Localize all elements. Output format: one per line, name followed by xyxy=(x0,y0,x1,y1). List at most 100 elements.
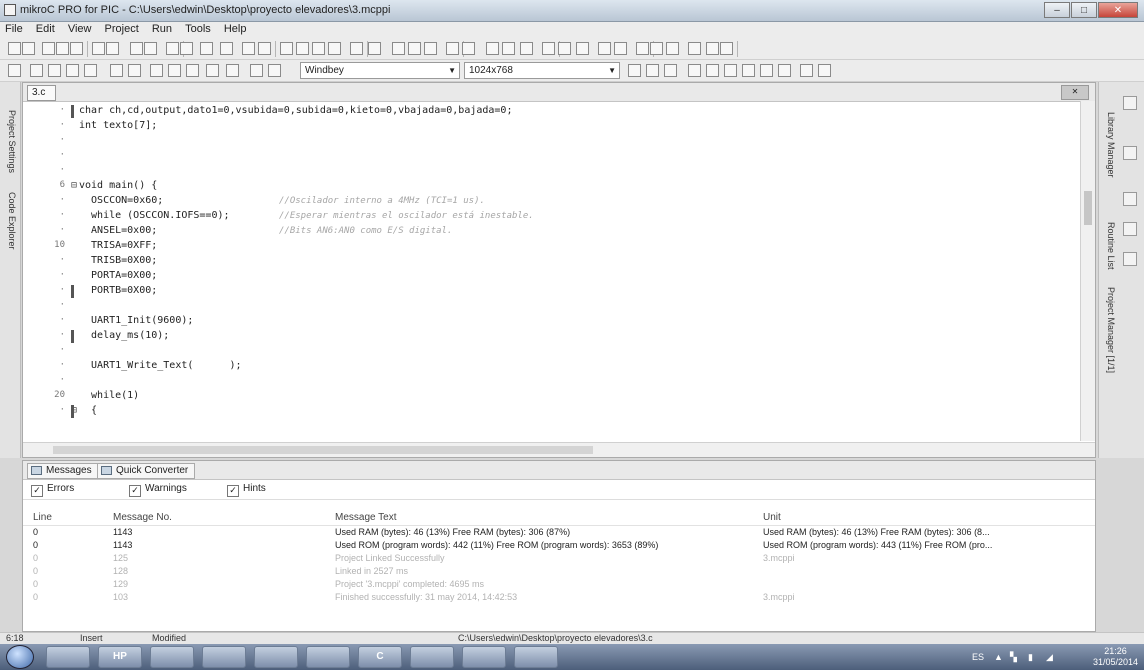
panel-icon[interactable] xyxy=(1123,96,1137,110)
menu-view[interactable]: View xyxy=(63,22,97,36)
taskbar-app-button[interactable]: HP xyxy=(98,646,142,668)
volume-icon[interactable]: ◢ xyxy=(1046,652,1053,663)
toolbar-button-icon[interactable] xyxy=(220,42,233,55)
toolbar-button-icon[interactable] xyxy=(166,42,179,55)
taskbar-app-button[interactable] xyxy=(306,646,350,668)
toolbar-button-icon[interactable] xyxy=(280,42,293,55)
toolbar-button-icon[interactable] xyxy=(30,64,43,77)
toolbar-button-icon[interactable] xyxy=(502,42,515,55)
tab-messages[interactable]: Messages xyxy=(27,463,99,479)
toolbar-button-icon[interactable] xyxy=(742,64,755,77)
toolbar-button-icon[interactable] xyxy=(598,42,611,55)
table-row[interactable]: 0 103 Finished successfully: 31 may 2014, … xyxy=(23,592,1095,605)
hints-checkbox[interactable]: ✓ Hints xyxy=(227,483,266,497)
code-line[interactable]: OSCCON=0x60; xyxy=(79,195,163,209)
toolbar-button-icon[interactable] xyxy=(650,42,663,55)
toolbar-button-icon[interactable] xyxy=(242,42,255,55)
toolbar-button-icon[interactable] xyxy=(130,42,143,55)
toolbar-button-icon[interactable] xyxy=(392,42,405,55)
code-line[interactable]: UART1_Init(9600); xyxy=(79,315,193,329)
theme-select[interactable]: Windbey ▼ xyxy=(300,62,460,79)
toolbar-button-icon[interactable] xyxy=(818,64,831,77)
toolbar-button-icon[interactable] xyxy=(486,42,499,55)
toolbar-button-icon[interactable] xyxy=(558,42,571,55)
panel-icon[interactable] xyxy=(1123,252,1137,266)
maximize-button[interactable]: □ xyxy=(1071,2,1097,18)
battery-icon[interactable]: ▮ xyxy=(1028,652,1033,663)
toolbar-button-icon[interactable] xyxy=(84,64,97,77)
toolbar-button-icon[interactable] xyxy=(706,42,719,55)
code-line[interactable]: ANSEL=0x00; xyxy=(79,225,157,239)
scroll-thumb[interactable] xyxy=(53,446,593,454)
toolbar-button-icon[interactable] xyxy=(250,64,263,77)
toolbar-button-icon[interactable] xyxy=(66,64,79,77)
toolbar-button-icon[interactable] xyxy=(720,42,733,55)
taskbar-app-button[interactable] xyxy=(462,646,506,668)
code-line[interactable]: while (OSCCON.IOFS==0); xyxy=(79,210,229,224)
toolbar-button-icon[interactable] xyxy=(312,42,325,55)
resolution-select[interactable]: 1024x768 ▼ xyxy=(464,62,620,79)
menu-help[interactable]: Help xyxy=(219,22,252,36)
column-unit[interactable]: Unit xyxy=(763,512,781,523)
toolbar-button-icon[interactable] xyxy=(296,42,309,55)
toolbar-button-icon[interactable] xyxy=(186,64,199,77)
toolbar-button-icon[interactable] xyxy=(70,42,83,55)
toolbar-button-icon[interactable] xyxy=(778,64,791,77)
clock[interactable]: 21:26 31/05/2014 xyxy=(1093,646,1138,668)
code-line[interactable]: void main() { xyxy=(79,180,157,194)
tab-quick-converter[interactable]: Quick Converter xyxy=(97,463,196,479)
scroll-thumb[interactable] xyxy=(1084,191,1092,225)
column-line[interactable]: Line xyxy=(33,512,52,523)
toolbar-button-icon[interactable] xyxy=(328,42,341,55)
code-editor[interactable]: 3.c ✕ ·····6···10·········20·⊟⊟ char ch,… xyxy=(22,82,1096,458)
vertical-scrollbar[interactable] xyxy=(1080,101,1095,441)
tab-routine-list[interactable]: Routine List xyxy=(1102,222,1116,270)
toolbar-button-icon[interactable] xyxy=(664,64,677,77)
toolbar-button-icon[interactable] xyxy=(706,64,719,77)
taskbar-app-button[interactable] xyxy=(46,646,90,668)
tab-library-manager[interactable]: Library Manager xyxy=(1102,112,1116,178)
table-row[interactable]: 0 129 Project '3.mcppi' completed: 4695 ms xyxy=(23,579,1095,592)
code-line[interactable]: UART1_Write_Text( ); xyxy=(79,360,242,374)
toolbar-button-icon[interactable] xyxy=(446,42,459,55)
chevron-up-icon[interactable]: ▲ xyxy=(994,652,1003,662)
minimize-button[interactable]: – xyxy=(1044,2,1070,18)
toolbar-button-icon[interactable] xyxy=(614,42,627,55)
code-line[interactable]: PORTB=0X00; xyxy=(79,285,157,299)
toolbar-button-icon[interactable] xyxy=(150,64,163,77)
toolbar-button-icon[interactable] xyxy=(48,64,61,77)
toolbar-button-icon[interactable] xyxy=(200,42,213,55)
code-line[interactable]: int texto[7]; xyxy=(79,120,157,134)
toolbar-button-icon[interactable] xyxy=(226,64,239,77)
toolbar-button-icon[interactable] xyxy=(646,64,659,77)
code-line[interactable]: TRISB=0X00; xyxy=(79,255,157,269)
taskbar-app-button[interactable] xyxy=(254,646,298,668)
toolbar-button-icon[interactable] xyxy=(636,42,649,55)
taskbar-app-button[interactable] xyxy=(410,646,454,668)
table-row[interactable]: 0 128 Linked in 2527 ms xyxy=(23,566,1095,579)
toolbar-button-icon[interactable] xyxy=(424,42,437,55)
panel-icon[interactable] xyxy=(1123,146,1137,160)
language-indicator[interactable]: ES xyxy=(972,652,984,662)
menu-file[interactable]: File xyxy=(0,22,28,36)
editor-file-tab[interactable]: 3.c xyxy=(27,85,57,101)
code-line[interactable]: char ch,cd,output,dato1=0,vsubida=0,subi… xyxy=(79,105,512,119)
toolbar-button-icon[interactable] xyxy=(56,42,69,55)
tab-code-explorer[interactable]: Code Explorer xyxy=(3,192,17,250)
toolbar-button-icon[interactable] xyxy=(462,42,475,55)
editor-close-button[interactable]: ✕ xyxy=(1061,85,1089,100)
toolbar-button-icon[interactable] xyxy=(576,42,589,55)
toolbar-button-icon[interactable] xyxy=(8,42,21,55)
toolbar-button-icon[interactable] xyxy=(666,42,679,55)
table-row[interactable]: 0 1143 Used ROM (program words): 442 (11%)… xyxy=(23,540,1095,553)
taskbar-app-button[interactable] xyxy=(514,646,558,668)
close-button[interactable]: ✕ xyxy=(1098,2,1138,18)
code-line[interactable]: delay_ms(10); xyxy=(79,330,169,344)
toolbar-button-icon[interactable] xyxy=(258,42,271,55)
toolbar-button-icon[interactable] xyxy=(8,64,21,77)
toolbar-button-icon[interactable] xyxy=(42,42,55,55)
table-row[interactable]: 0 1143 Used RAM (bytes): 46 (13%) Free RAM… xyxy=(23,527,1095,540)
toolbar-button-icon[interactable] xyxy=(368,42,381,55)
warnings-checkbox[interactable]: ✓ Warnings xyxy=(129,483,187,497)
code-line[interactable]: while(1) xyxy=(79,390,139,404)
